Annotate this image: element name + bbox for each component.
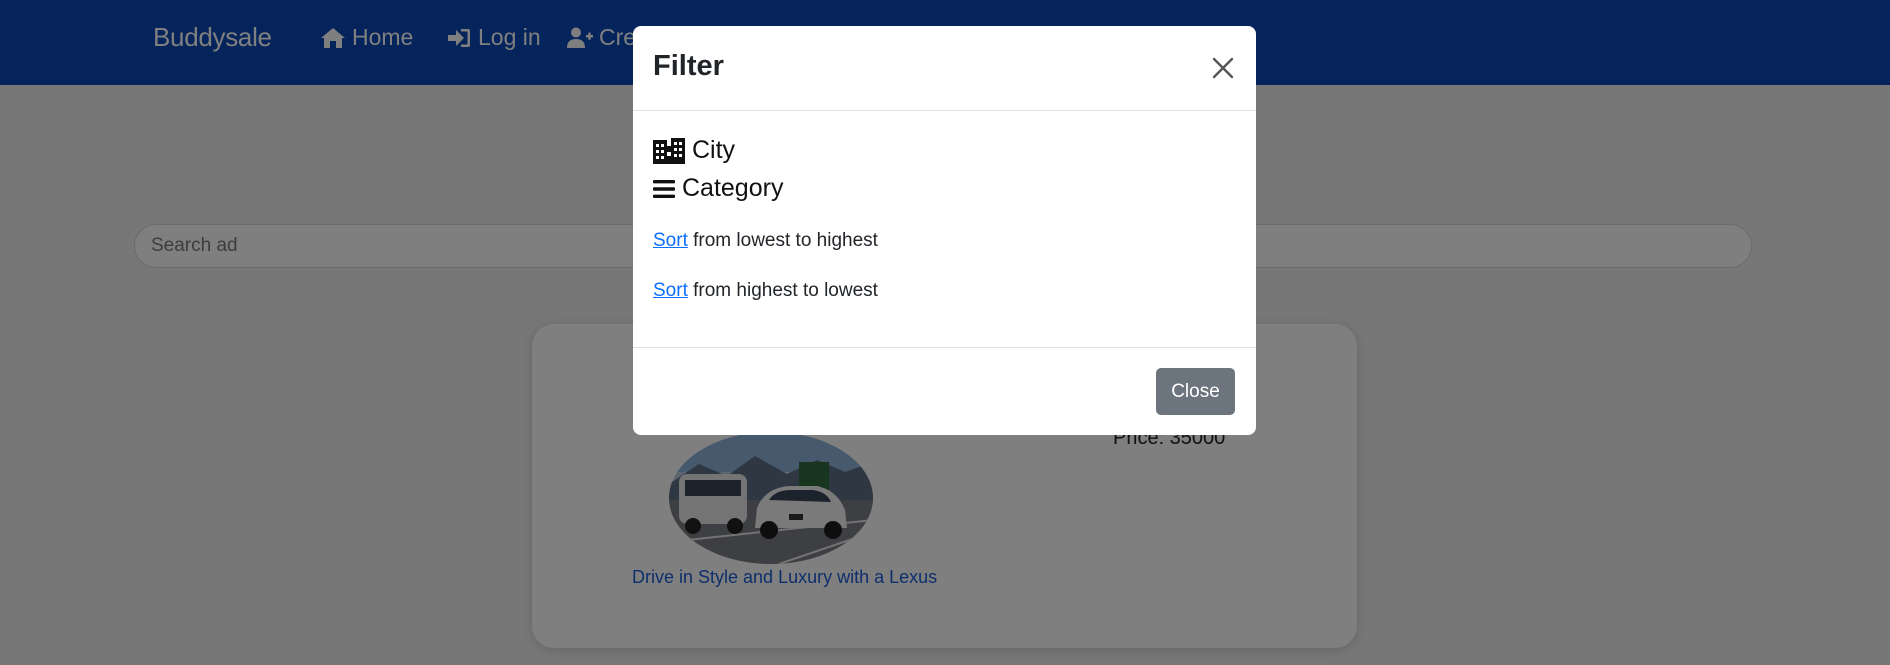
close-icon[interactable] xyxy=(1209,54,1237,82)
filter-city-label: City xyxy=(692,136,736,164)
bars-icon xyxy=(653,179,675,198)
close-button[interactable]: Close xyxy=(1156,368,1235,415)
sort-ascending-text: from lowest to highest xyxy=(687,230,878,251)
filter-category[interactable]: Category xyxy=(653,174,783,203)
sort-ascending-row: Sort from lowest to highest xyxy=(653,230,878,252)
modal-header: Filter xyxy=(633,26,1256,111)
city-icon xyxy=(653,137,685,164)
sort-ascending-link[interactable]: Sort xyxy=(653,230,688,251)
modal-footer: Close xyxy=(633,347,1256,435)
sort-descending-row: Sort from highest to lowest xyxy=(653,280,878,302)
filter-modal: Filter City Category Sort from lowest to… xyxy=(633,26,1256,435)
filter-category-label: Category xyxy=(682,174,784,202)
sort-descending-text: from highest to lowest xyxy=(687,280,878,301)
sort-descending-link[interactable]: Sort xyxy=(653,280,688,301)
filter-city[interactable]: City xyxy=(653,136,735,165)
modal-title: Filter xyxy=(653,50,724,82)
